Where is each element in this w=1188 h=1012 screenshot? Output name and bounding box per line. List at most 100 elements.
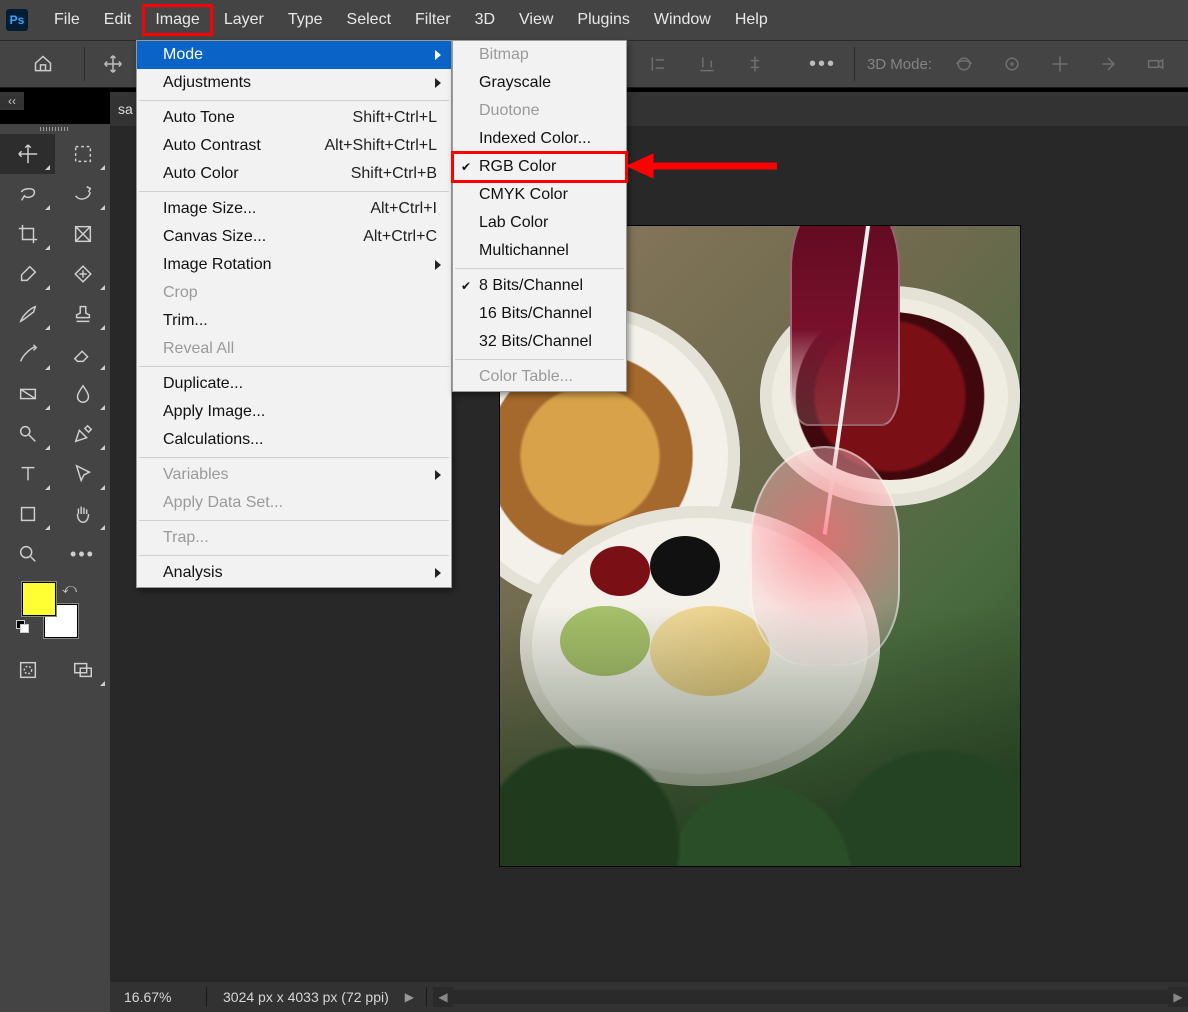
dodge-tool[interactable] [0,414,55,454]
image-menu-item[interactable]: Duplicate... [137,370,451,398]
color-swatches[interactable]: ⤺ [0,578,110,650]
menu-3d[interactable]: 3D [463,5,507,35]
document-tab[interactable]: sa [118,101,133,117]
pen-tool[interactable] [55,414,110,454]
menu-view[interactable]: View [507,5,565,35]
marquee-tool[interactable] [55,134,110,174]
swap-colors-icon[interactable]: ⤺ [62,580,77,597]
menu-item-label: Variables [163,466,229,484]
move-tool-preset[interactable] [99,50,127,78]
tool-panel: ••• ⤺ [0,124,110,1012]
3d-pan-icon[interactable] [1046,50,1074,78]
crop-tool[interactable] [0,214,55,254]
menu-item-label: Trap... [163,529,209,547]
options-separator [84,47,85,81]
3d-slide-icon[interactable] [1094,50,1122,78]
3d-camera-icon[interactable] [1142,50,1170,78]
menu-type[interactable]: Type [276,5,335,35]
gradient-tool[interactable] [0,374,55,414]
edit-toolbar-button[interactable]: ••• [55,534,110,574]
shape-tool[interactable] [0,494,55,534]
mode-submenu: BitmapGrayscaleDuotoneIndexed Color...RG… [452,40,627,392]
move-tool[interactable] [0,134,55,174]
menu-select[interactable]: Select [335,5,403,35]
menu-plugins[interactable]: Plugins [565,5,641,35]
menu-window[interactable]: Window [642,5,723,35]
brush-tool[interactable] [0,294,55,334]
mode-menu-item[interactable]: CMYK Color [453,181,626,209]
menu-item-label: Crop [163,284,198,302]
image-menu-item[interactable]: Auto ToneShift+Ctrl+L [137,104,451,132]
mode-menu-item[interactable]: 16 Bits/Channel [453,300,626,328]
hand-tool[interactable] [55,494,110,534]
blur-tool[interactable] [55,374,110,414]
menu-item-label: Duplicate... [163,375,243,393]
menu-layer[interactable]: Layer [212,5,276,35]
menu-item-label: Lab Color [479,214,548,232]
mode-menu-item[interactable]: 32 Bits/Channel [453,328,626,356]
mode-menu-item[interactable]: RGB Color [453,153,626,181]
menu-filter[interactable]: Filter [403,5,463,35]
app-logo: Ps [6,9,28,31]
menu-item-shortcut: Shift+Ctrl+B [321,165,437,183]
menu-item-label: Apply Image... [163,403,265,421]
image-menu-item[interactable]: Auto ColorShift+Ctrl+B [137,160,451,188]
mode-menu-item: Bitmap [453,41,626,69]
image-menu-item[interactable]: Canvas Size...Alt+Ctrl+C [137,223,451,251]
mode-menu-item[interactable]: Grayscale [453,69,626,97]
align-left-icon[interactable] [645,50,673,78]
mode-menu-item[interactable]: Indexed Color... [453,125,626,153]
image-menu-item[interactable]: Calculations... [137,426,451,454]
quick-mask-tool[interactable] [0,650,55,690]
image-menu-item[interactable]: Trim... [137,307,451,335]
menu-image[interactable]: Image [143,5,211,35]
frame-tool[interactable] [55,214,110,254]
menu-help[interactable]: Help [723,5,780,35]
menu-edit[interactable]: Edit [92,5,144,35]
menu-file[interactable]: File [42,5,92,35]
status-flyout-icon[interactable]: ▶ [399,990,420,1004]
lasso-tool[interactable] [0,174,55,214]
menu-item-label: Auto Tone [163,109,235,127]
screen-mode-tool[interactable] [55,650,110,690]
panel-grip[interactable] [0,124,110,134]
healing-tool[interactable] [55,254,110,294]
home-button[interactable] [24,47,62,81]
quick-select-tool[interactable] [55,174,110,214]
history-brush-tool[interactable] [0,334,55,374]
mode-menu-item[interactable]: Lab Color [453,209,626,237]
menu-item-label: Image Rotation [163,256,272,274]
menu-item-label: Adjustments [163,74,251,92]
align-bottom-icon[interactable] [693,50,721,78]
collapse-panels-button[interactable]: ‹‹ [0,92,24,110]
image-menu-item[interactable]: Mode [137,41,451,69]
default-colors-icon[interactable] [16,620,30,634]
foreground-color-swatch[interactable] [22,582,56,616]
image-menu-item: Variables [137,461,451,489]
image-menu-item[interactable]: Auto ContrastAlt+Shift+Ctrl+L [137,132,451,160]
image-menu-item[interactable]: Analysis [137,559,451,587]
image-menu-item[interactable]: Adjustments [137,69,451,97]
menu-item-label: Calculations... [163,431,264,449]
move-icon [103,54,123,74]
eraser-tool[interactable] [55,334,110,374]
menu-item-label: Color Table... [479,368,573,386]
document-dimensions[interactable]: 3024 px x 4033 px (72 ppi) [213,989,399,1005]
zoom-level[interactable]: 16.67% [110,989,200,1005]
horizontal-scrollbar[interactable]: ◀▶ [433,987,1188,1007]
path-select-tool[interactable] [55,454,110,494]
image-menu-item[interactable]: Image Size...Alt+Ctrl+I [137,195,451,223]
stamp-tool[interactable] [55,294,110,334]
3d-orbit-icon[interactable] [950,50,978,78]
align-center-icon[interactable] [741,50,769,78]
3d-roll-icon[interactable] [998,50,1026,78]
zoom-tool[interactable] [0,534,55,574]
mode-menu-item: Duotone [453,97,626,125]
mode-menu-item[interactable]: 8 Bits/Channel [453,272,626,300]
image-menu-item[interactable]: Apply Image... [137,398,451,426]
type-tool[interactable] [0,454,55,494]
image-menu-item[interactable]: Image Rotation [137,251,451,279]
eyedropper-tool[interactable] [0,254,55,294]
mode-menu-item[interactable]: Multichannel [453,237,626,265]
more-options-button[interactable]: ••• [809,53,836,76]
